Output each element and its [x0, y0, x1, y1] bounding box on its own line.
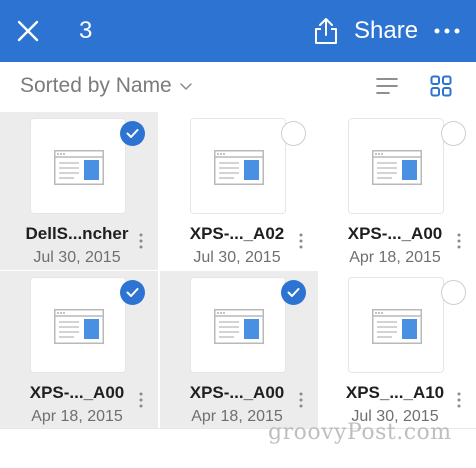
- file-name: XPS_..._A10: [345, 383, 445, 402]
- unselected-checkbox[interactable]: [441, 121, 466, 146]
- file-thumbnail: [190, 277, 286, 373]
- file-date: Apr 18, 2015: [349, 249, 441, 266]
- checkmark-icon: [126, 288, 139, 297]
- selected-checkbox[interactable]: [120, 280, 145, 305]
- sort-dropdown[interactable]: Sorted by Name: [20, 74, 192, 98]
- selected-count: 3: [79, 17, 93, 44]
- file-tile[interactable]: XPS-..._A00 Apr 18, 2015: [0, 271, 158, 429]
- watermark: groovyPost.com: [268, 420, 452, 445]
- share-label: Share: [354, 17, 419, 44]
- file-thumbnail: [348, 277, 444, 373]
- file-date: Jul 30, 2015: [193, 249, 281, 266]
- share-button[interactable]: Share: [312, 14, 418, 48]
- close-icon[interactable]: [16, 19, 40, 43]
- list-view-icon[interactable]: [376, 76, 398, 96]
- file-date: Jul 30, 2015: [33, 249, 121, 266]
- file-menu-icon[interactable]: [298, 232, 304, 250]
- more-icon[interactable]: [432, 20, 462, 42]
- checkmark-icon: [126, 129, 139, 138]
- file-thumbnail: [190, 118, 286, 214]
- file-thumbnail: [30, 277, 126, 373]
- file-thumbnail: [30, 118, 126, 214]
- file-date: Apr 18, 2015: [31, 408, 123, 425]
- file-tile[interactable]: DellS...ncher Jul 30, 2015: [0, 112, 158, 270]
- unselected-checkbox[interactable]: [441, 280, 466, 305]
- file-tile[interactable]: XPS-..._A00 Apr 18, 2015: [318, 112, 476, 270]
- file-name: XPS-..._A00: [29, 383, 125, 402]
- file-name: XPS-..._A02: [189, 224, 285, 243]
- unselected-checkbox[interactable]: [281, 121, 306, 146]
- file-tile[interactable]: XPS-..._A00 Apr 18, 2015: [160, 271, 318, 429]
- file-menu-icon[interactable]: [298, 391, 304, 409]
- document-icon: [372, 150, 422, 185]
- selected-checkbox[interactable]: [281, 280, 306, 305]
- document-icon: [372, 309, 422, 344]
- file-menu-icon[interactable]: [456, 232, 462, 250]
- file-menu-icon[interactable]: [456, 391, 462, 409]
- file-name: XPS-..._A00: [189, 383, 285, 402]
- selection-header: 3 Share: [0, 0, 476, 62]
- file-menu-icon[interactable]: [138, 391, 144, 409]
- checkmark-icon: [287, 288, 300, 297]
- grid-view-icon[interactable]: [430, 75, 452, 97]
- file-menu-icon[interactable]: [138, 232, 144, 250]
- sort-label: Sorted by Name: [20, 74, 172, 97]
- file-tile[interactable]: XPS-..._A02 Jul 30, 2015: [160, 112, 318, 270]
- selected-checkbox[interactable]: [120, 121, 145, 146]
- file-name: DellS...ncher: [25, 224, 129, 243]
- sort-bar: Sorted by Name: [0, 62, 476, 110]
- document-icon: [54, 150, 104, 185]
- document-icon: [54, 309, 104, 344]
- file-name: XPS-..._A00: [347, 224, 443, 243]
- document-icon: [214, 309, 264, 344]
- file-tile[interactable]: XPS_..._A10 Jul 30, 2015: [318, 271, 476, 429]
- file-thumbnail: [348, 118, 444, 214]
- share-icon: [315, 18, 337, 44]
- chevron-down-icon: [180, 83, 192, 90]
- document-icon: [214, 150, 264, 185]
